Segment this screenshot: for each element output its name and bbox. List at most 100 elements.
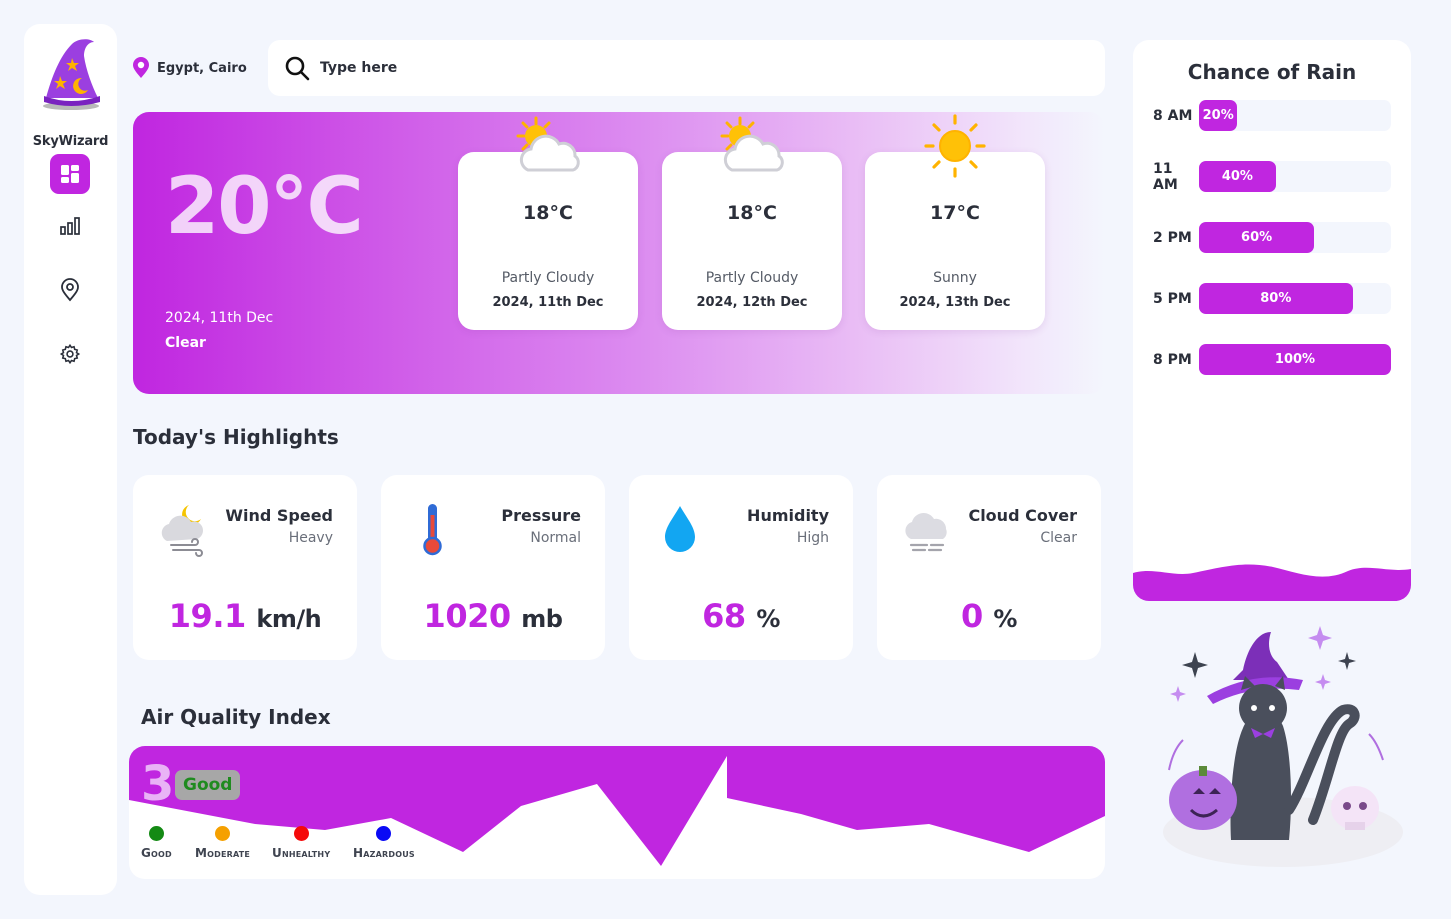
aqi-legend-label: Hazardous bbox=[353, 846, 415, 860]
highlight-title: Cloud Cover bbox=[968, 506, 1077, 525]
rain-row: 11 AM 40% bbox=[1153, 160, 1391, 193]
nav-stats-button[interactable] bbox=[50, 206, 90, 246]
forecast-date: 2024, 13th Dec bbox=[899, 295, 1011, 310]
aqi-value: 3 bbox=[141, 756, 175, 812]
partly-cloudy-icon bbox=[516, 116, 580, 172]
forecast-card[interactable]: 18°C Partly Cloudy 2024, 12th Dec bbox=[662, 116, 842, 330]
brand-name: SkyWizard bbox=[32, 134, 109, 149]
rain-time: 8 AM bbox=[1153, 107, 1193, 124]
rain-row: 2 PM 60% bbox=[1153, 222, 1391, 253]
current-condition: Clear bbox=[165, 335, 206, 351]
thermometer-icon bbox=[423, 504, 442, 556]
highlight-card-humidity: Humidity High 68 % bbox=[629, 475, 853, 660]
highlight-subtitle: Normal bbox=[530, 530, 581, 546]
nav-dashboard-button[interactable] bbox=[50, 154, 90, 194]
rain-time: 11 AM bbox=[1153, 160, 1178, 193]
aqi-legend-dot bbox=[215, 826, 231, 841]
nav-settings-button[interactable] bbox=[50, 334, 90, 374]
highlight-card-cloud-cover: Cloud Cover Clear 0 % bbox=[877, 475, 1101, 660]
highlight-unit: mb bbox=[521, 605, 563, 633]
current-date: 2024, 11th Dec bbox=[165, 310, 274, 326]
highlight-subtitle: High bbox=[796, 530, 829, 546]
wizard-hat-logo-icon bbox=[43, 39, 100, 110]
location-label: Egypt, Cairo bbox=[157, 60, 247, 76]
aqi-legend-hazardous: Hazardous bbox=[353, 826, 415, 860]
rain-bar-fill: 100% bbox=[1199, 344, 1391, 375]
aqi-legend-label: Good bbox=[141, 846, 172, 860]
aqi-legend-label: Unhealthy bbox=[272, 846, 331, 860]
current-location[interactable]: Egypt, Cairo bbox=[132, 56, 247, 80]
highlight-card-wind: Wind Speed Heavy 19.1 km/h bbox=[133, 475, 357, 660]
witch-cat-illustration bbox=[1163, 626, 1403, 867]
aqi-legend-dot bbox=[376, 826, 392, 841]
highlight-number: 19.1 bbox=[168, 597, 246, 635]
search-input[interactable] bbox=[320, 60, 1020, 76]
rain-title: Chance of Rain bbox=[1187, 60, 1357, 84]
highlight-number: 68 bbox=[702, 597, 746, 635]
aqi-legend-dot bbox=[293, 826, 309, 841]
forecast-temp: 18°C bbox=[523, 202, 573, 224]
sun-icon bbox=[924, 114, 986, 178]
highlight-subtitle: Heavy bbox=[288, 530, 333, 546]
highlight-title: Wind Speed bbox=[225, 506, 333, 525]
rain-row: 8 AM 20% bbox=[1153, 100, 1391, 131]
forecast-date: 2024, 11th Dec bbox=[492, 295, 604, 310]
aqi-legend-moderate: Moderate bbox=[195, 826, 250, 860]
highlight-value: 0 % bbox=[877, 597, 1101, 635]
current-temperature: 20°C bbox=[165, 162, 364, 252]
wind-moon-icon bbox=[161, 505, 204, 557]
partly-cloudy-icon bbox=[720, 116, 784, 172]
highlight-value: 19.1 km/h bbox=[133, 597, 357, 635]
forecast-date: 2024, 12th Dec bbox=[696, 295, 808, 310]
rain-row: 5 PM 80% bbox=[1153, 283, 1391, 314]
nav-location-button[interactable] bbox=[50, 270, 90, 310]
highlight-value: 68 % bbox=[629, 597, 853, 635]
highlights-title: Today's Highlights bbox=[133, 425, 339, 449]
rain-bar-fill: 40% bbox=[1199, 161, 1276, 192]
dashboard-icon bbox=[61, 165, 79, 183]
rain-bar-track: 100% bbox=[1199, 344, 1391, 375]
gear-icon bbox=[59, 343, 81, 365]
fog-cloud-icon bbox=[905, 513, 947, 552]
aqi-legend-good: Good bbox=[141, 826, 172, 860]
aqi-status-badge: Good bbox=[175, 770, 241, 800]
rain-bar-track: 20% bbox=[1199, 100, 1391, 131]
forecast-condition: Partly Cloudy bbox=[705, 270, 799, 286]
map-pin-icon bbox=[61, 278, 79, 302]
sidebar: SkyWizard bbox=[24, 24, 117, 895]
chance-of-rain-panel: Chance of Rain 8 AM 20% 11 AM 40% 2 PM 6… bbox=[1133, 40, 1411, 601]
highlight-title: Pressure bbox=[501, 506, 581, 525]
current-weather-banner: 20°C 2024, 11th Dec Clear 18°C Partly Cl… bbox=[133, 112, 1105, 394]
rain-bar-fill: 80% bbox=[1199, 283, 1353, 314]
highlight-number: 0 bbox=[961, 597, 983, 635]
forecast-card[interactable]: 18°C Partly Cloudy 2024, 11th Dec bbox=[458, 116, 638, 330]
droplet-icon bbox=[665, 506, 695, 552]
forecast-temp: 18°C bbox=[727, 202, 777, 224]
aqi-title: Air Quality Index bbox=[141, 705, 331, 729]
highlight-card-pressure: Pressure Normal 1020 mb bbox=[381, 475, 605, 660]
search-bar[interactable] bbox=[268, 40, 1105, 96]
forecast-card[interactable]: 17°C Sunny 2024, 13th Dec bbox=[865, 114, 1045, 330]
aqi-legend-unhealthy: Unhealthy bbox=[272, 826, 330, 860]
aqi-legend-dot bbox=[148, 826, 164, 841]
highlight-subtitle: Clear bbox=[1040, 530, 1077, 546]
aqi-legend-label: Moderate bbox=[195, 846, 251, 860]
rain-time: 2 PM bbox=[1153, 229, 1192, 246]
rain-bar-track: 40% bbox=[1199, 161, 1391, 192]
rain-bar-fill: 60% bbox=[1199, 222, 1315, 253]
rain-time: 5 PM bbox=[1153, 290, 1192, 307]
highlight-unit: km/h bbox=[256, 605, 322, 633]
highlight-value: 1020 mb bbox=[381, 597, 605, 635]
rain-bar-track: 80% bbox=[1199, 283, 1391, 314]
highlight-number: 1020 bbox=[423, 597, 512, 635]
rain-time: 8 PM bbox=[1153, 351, 1192, 368]
rain-wave-graphic bbox=[1133, 564, 1411, 601]
forecast-temp: 17°C bbox=[930, 202, 980, 224]
bar-chart-icon bbox=[60, 217, 80, 235]
highlight-unit: % bbox=[993, 605, 1017, 633]
highlight-title: Humidity bbox=[747, 506, 829, 525]
rain-bar-fill: 20% bbox=[1199, 100, 1238, 131]
highlight-unit: % bbox=[756, 605, 780, 633]
forecast-condition: Partly Cloudy bbox=[501, 270, 595, 286]
search-icon bbox=[285, 56, 310, 81]
